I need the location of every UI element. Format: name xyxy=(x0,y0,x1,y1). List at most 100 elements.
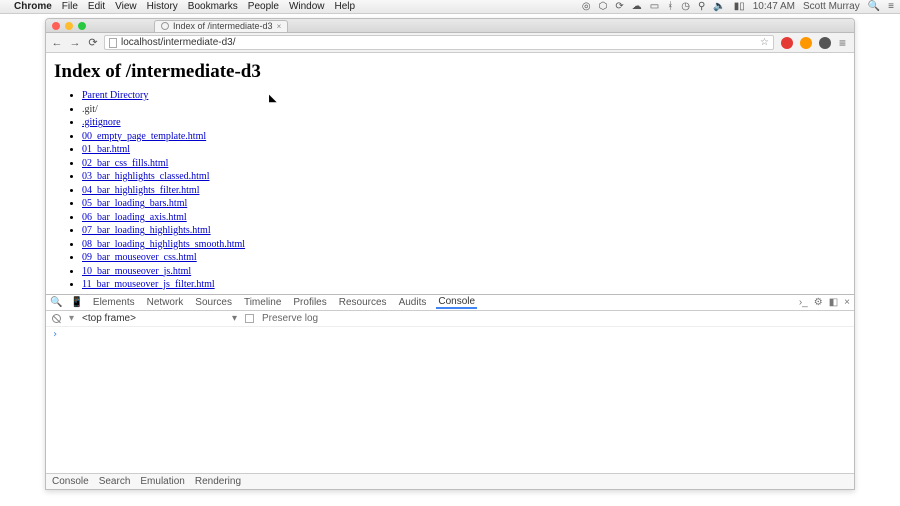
address-bar[interactable]: localhost/intermediate-d3/ ☆ xyxy=(104,35,774,50)
devtools-dock-icon[interactable]: ◧ xyxy=(829,297,838,308)
timemachine-icon[interactable]: ◷ xyxy=(681,1,690,12)
directory-listing: Parent Directory .git/.gitignore 00_empty_… xyxy=(54,89,846,294)
chrome-menu-button[interactable]: ≡ xyxy=(839,36,846,50)
devtools-tab-sources[interactable]: Sources xyxy=(193,297,234,308)
display-icon[interactable]: ▭ xyxy=(650,1,659,12)
volume-icon[interactable]: 🔈 xyxy=(713,1,725,12)
file-link[interactable]: 06_bar_loading_axis.html xyxy=(82,212,187,223)
file-link[interactable]: .gitignore xyxy=(82,117,121,128)
frame-selector[interactable]: <top frame> xyxy=(82,313,136,324)
devtools-tabs: 🔍 📱 Elements Network Sources Timeline Pr… xyxy=(46,295,854,311)
inspect-icon[interactable]: 🔍 xyxy=(50,297,62,308)
menubar-window[interactable]: Window xyxy=(289,1,325,12)
drawer-tab-search[interactable]: Search xyxy=(99,476,131,487)
devtools-filter-bar: ▾ <top frame> ▾ Preserve log xyxy=(46,311,854,327)
filter-icon[interactable]: ▾ xyxy=(69,313,74,324)
clock[interactable]: 10:47 AM xyxy=(753,1,795,12)
file-link[interactable]: 01_bar.html xyxy=(82,144,130,155)
extension-icon-1[interactable] xyxy=(781,37,793,49)
file-link[interactable]: 05_bar_loading_bars.html xyxy=(82,198,187,209)
notifications-icon[interactable]: ≡ xyxy=(888,1,894,12)
spotlight-icon[interactable]: 🔍 xyxy=(868,1,880,12)
list-item: 11_bar_mouseover_js_filter.html xyxy=(82,278,846,292)
devtools-tab-resources[interactable]: Resources xyxy=(337,297,389,308)
list-item: .gitignore xyxy=(82,116,846,130)
window-maximize[interactable] xyxy=(78,22,86,30)
devtools-tab-timeline[interactable]: Timeline xyxy=(242,297,283,308)
dropbox-icon[interactable]: ⬡ xyxy=(599,1,608,12)
page-heading: Index of /intermediate-d3 xyxy=(54,61,846,83)
file-link[interactable]: 00_empty_page_template.html xyxy=(82,131,206,142)
menubar-people[interactable]: People xyxy=(248,1,279,12)
list-item: 07_bar_loading_highlights.html xyxy=(82,224,846,238)
device-icon[interactable]: 📱 xyxy=(70,297,82,308)
file-link[interactable]: 10_bar_mouseover_js.html xyxy=(82,266,191,277)
file-link[interactable]: Parent Directory xyxy=(82,90,148,101)
window-close[interactable] xyxy=(52,22,60,30)
list-item: 10_bar_mouseover_js.html xyxy=(82,265,846,279)
devtools-tab-audits[interactable]: Audits xyxy=(397,297,429,308)
list-item: 05_bar_loading_bars.html xyxy=(82,197,846,211)
drawer-tab-rendering[interactable]: Rendering xyxy=(195,476,241,487)
drawer-tab-emulation[interactable]: Emulation xyxy=(140,476,184,487)
console-prompt: › xyxy=(52,329,58,340)
status-icon[interactable]: ◎ xyxy=(582,1,591,12)
file-link[interactable]: 03_bar_highlights_classed.html xyxy=(82,171,210,182)
devtools-tab-profiles[interactable]: Profiles xyxy=(291,297,328,308)
battery-icon[interactable]: ▮▯ xyxy=(734,1,745,12)
menubar-help[interactable]: Help xyxy=(335,1,356,12)
devtools-drawer-toggle-icon[interactable]: ›_ xyxy=(799,297,808,308)
list-item: 06_bar_loading_axis.html xyxy=(82,211,846,225)
window-minimize[interactable] xyxy=(65,22,73,30)
menubar-file[interactable]: File xyxy=(62,1,78,12)
window-controls xyxy=(52,22,86,30)
list-item: 09_bar_mouseover_css.html xyxy=(82,251,846,265)
cloud-icon[interactable]: ☁ xyxy=(632,1,642,12)
bluetooth-icon[interactable]: ᚼ xyxy=(667,1,673,12)
extension-icon-3[interactable] xyxy=(819,37,831,49)
file-link[interactable]: 09_bar_mouseover_css.html xyxy=(82,252,197,263)
list-item: 03_bar_highlights_classed.html xyxy=(82,170,846,184)
sync-icon[interactable]: ⟳ xyxy=(615,1,623,12)
file-link[interactable]: 08_bar_loading_highlights_smooth.html xyxy=(82,239,245,250)
browser-tab[interactable]: Index of /intermediate-d3 × xyxy=(154,20,288,32)
bookmark-star-icon[interactable]: ☆ xyxy=(760,37,769,48)
forward-button[interactable]: → xyxy=(68,36,82,50)
preserve-log-label: Preserve log xyxy=(262,313,318,324)
menubar-bookmarks[interactable]: Bookmarks xyxy=(188,1,238,12)
browser-toolbar: ← → ⟳ localhost/intermediate-d3/ ☆ ≡ xyxy=(46,33,854,53)
drawer-tab-console[interactable]: Console xyxy=(52,476,89,487)
menubar-app[interactable]: Chrome xyxy=(14,1,52,12)
devtools-panel: 🔍 📱 Elements Network Sources Timeline Pr… xyxy=(46,294,854,489)
page-content: Index of /intermediate-d3 Parent Directo… xyxy=(46,53,854,294)
tab-favicon xyxy=(161,22,169,30)
file-link[interactable]: 02_bar_css_fills.html xyxy=(82,158,168,169)
menubar-edit[interactable]: Edit xyxy=(88,1,105,12)
list-item: 08_bar_loading_highlights_smooth.html xyxy=(82,238,846,252)
file-link[interactable]: 07_bar_loading_highlights.html xyxy=(82,225,211,236)
tab-close-icon[interactable]: × xyxy=(277,22,282,31)
devtools-close-icon[interactable]: × xyxy=(844,297,850,308)
file-link[interactable]: 11_bar_mouseover_js_filter.html xyxy=(82,279,215,290)
preserve-log-checkbox[interactable] xyxy=(245,314,254,323)
clear-console-icon[interactable] xyxy=(52,314,61,323)
browser-window: Index of /intermediate-d3 × ← → ⟳ localh… xyxy=(45,18,855,490)
extension-icon-2[interactable] xyxy=(800,37,812,49)
mac-menubar: Chrome File Edit View History Bookmarks … xyxy=(0,0,900,14)
list-item: 00_empty_page_template.html xyxy=(82,130,846,144)
user-name[interactable]: Scott Murray xyxy=(803,1,860,12)
reload-button[interactable]: ⟳ xyxy=(86,36,100,50)
menubar-history[interactable]: History xyxy=(147,1,178,12)
console-body[interactable]: › xyxy=(46,327,854,473)
file-link[interactable]: 04_bar_highlights_filter.html xyxy=(82,185,200,196)
back-button[interactable]: ← xyxy=(50,36,64,50)
list-item: .git/ xyxy=(82,103,846,117)
menubar-view[interactable]: View xyxy=(115,1,137,12)
devtools-tab-network[interactable]: Network xyxy=(145,297,186,308)
devtools-settings-icon[interactable]: ⚙ xyxy=(814,297,823,308)
devtools-tab-elements[interactable]: Elements xyxy=(91,297,137,308)
wifi-icon[interactable]: ⚲ xyxy=(698,1,705,12)
devtools-tab-console[interactable]: Console xyxy=(436,296,477,309)
frame-dropdown-icon[interactable]: ▾ xyxy=(232,313,237,324)
list-item: 01_bar.html xyxy=(82,143,846,157)
